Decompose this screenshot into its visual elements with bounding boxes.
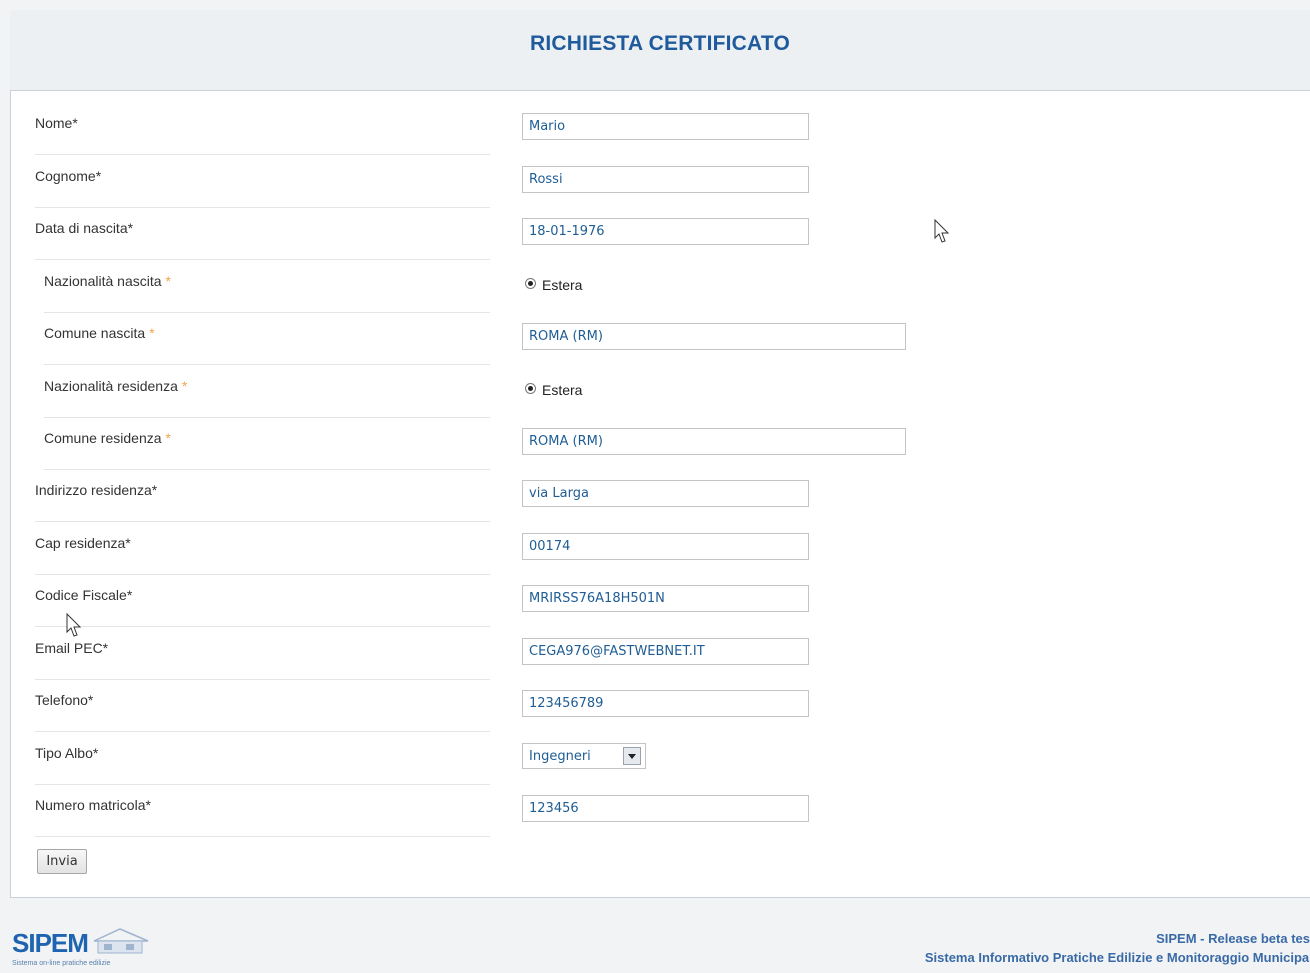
row-data-nascita: Data di nascita* 18-01-1976 (35, 206, 1295, 260)
email-pec-input[interactable]: CEGA976@FASTWEBNET.IT (522, 638, 809, 665)
nazionalita-nascita-label: Nazionalità nascita * (44, 273, 490, 313)
data-nascita-input[interactable]: 18-01-1976 (522, 218, 809, 245)
tipo-albo-selected: Ingegneri (529, 748, 591, 764)
comune-residenza-label-text: Comune residenza (44, 430, 162, 446)
tipo-albo-label: Tipo Albo* (35, 745, 490, 785)
comune-nascita-label-text: Comune nascita (44, 325, 146, 341)
row-nome: Nome* Mario (35, 101, 1295, 155)
comune-nascita-label: Comune nascita * (44, 325, 490, 365)
row-comune-residenza: Comune residenza * ROMA (RM) (35, 416, 1295, 470)
cap-residenza-label: Cap residenza* (35, 535, 490, 575)
radio-label-estera: Estera (542, 277, 583, 293)
logo-text: SIPEM (12, 928, 89, 958)
tipo-albo-select[interactable]: Ingegneri (522, 743, 646, 769)
indirizzo-residenza-label: Indirizzo residenza* (35, 482, 490, 522)
row-codice-fiscale: Codice Fiscale* MRIRSS76A18H501N (35, 573, 1295, 627)
row-cognome: Cognome* Rossi (35, 154, 1295, 208)
row-nazionalita-residenza: Nazionalità residenza * Estera (35, 364, 1295, 418)
nazionalita-residenza-radio-estera[interactable]: Estera (525, 378, 582, 398)
footer-system-name: Sistema Informativo Pratiche Edilizie e … (924, 950, 1310, 965)
radio-label-estera: Estera (542, 382, 583, 398)
comune-residenza-label: Comune residenza * (44, 430, 490, 470)
telefono-input[interactable]: 123456789 (522, 690, 809, 717)
logo-tagline: Sistema on-line pratiche edilizie (12, 960, 111, 967)
footer-info: SIPEM - Release beta tes Sistema Informa… (925, 929, 1310, 967)
mouse-pointer-icon (66, 613, 82, 637)
telefono-label: Telefono* (35, 692, 490, 732)
required-mark: * (181, 378, 188, 394)
comune-residenza-input[interactable]: ROMA (RM) (522, 428, 906, 455)
nazionalita-residenza-label: Nazionalità residenza * (44, 378, 490, 418)
submit-button[interactable]: Invia (37, 849, 87, 874)
row-numero-matricola: Numero matricola* 123456 (35, 783, 1295, 837)
nazionalita-residenza-label-text: Nazionalità residenza (44, 378, 178, 394)
chevron-down-icon[interactable] (623, 747, 641, 765)
footer-release: SIPEM - Release beta tes (1156, 931, 1310, 946)
row-indirizzo-residenza: Indirizzo residenza* via Larga (35, 468, 1295, 522)
numero-matricola-input[interactable]: 123456 (522, 795, 809, 822)
required-mark: * (149, 325, 155, 341)
nome-input[interactable]: Mario (522, 113, 809, 140)
cognome-label: Cognome* (35, 168, 490, 208)
email-pec-label: Email PEC* (35, 640, 490, 680)
indirizzo-residenza-input[interactable]: via Larga (522, 480, 809, 507)
row-telefono: Telefono* 123456789 (35, 678, 1295, 732)
row-comune-nascita: Comune nascita * ROMA (RM) (35, 311, 1295, 365)
codice-fiscale-input[interactable]: MRIRSS76A18H501N (522, 585, 809, 612)
certificate-request-form: Nome* Mario Cognome* Rossi Data di nasci… (10, 90, 1310, 898)
nazionalita-nascita-label-text: Nazionalità nascita (44, 273, 162, 289)
house-icon (93, 928, 149, 954)
cognome-input[interactable]: Rossi (522, 166, 809, 193)
sipem-logo[interactable]: SIPEM Sistema on-line pratiche edilizie (10, 921, 160, 973)
nazionalita-nascita-radio-estera[interactable]: Estera (525, 273, 582, 293)
radio-selected-icon[interactable] (525, 382, 536, 394)
cap-residenza-input[interactable]: 00174 (522, 533, 809, 560)
row-tipo-albo: Tipo Albo* Ingegneri (35, 731, 1295, 785)
page-header: RICHIESTA CERTIFICATO (10, 10, 1310, 90)
nome-label: Nome* (35, 115, 490, 155)
required-mark: * (165, 273, 171, 289)
row-nazionalita-nascita: Nazionalità nascita * Estera (35, 259, 1295, 313)
comune-nascita-input[interactable]: ROMA (RM) (522, 323, 906, 350)
codice-fiscale-label: Codice Fiscale* (35, 587, 490, 627)
page-title: RICHIESTA CERTIFICATO (529, 32, 791, 55)
row-cap-residenza: Cap residenza* 00174 (35, 521, 1295, 575)
required-mark: * (165, 430, 171, 446)
data-nascita-label: Data di nascita* (35, 220, 490, 260)
radio-selected-icon[interactable] (525, 277, 536, 289)
mouse-pointer-icon (934, 219, 950, 243)
row-email-pec: Email PEC* CEGA976@FASTWEBNET.IT (35, 626, 1295, 680)
numero-matricola-label: Numero matricola* (35, 797, 490, 837)
